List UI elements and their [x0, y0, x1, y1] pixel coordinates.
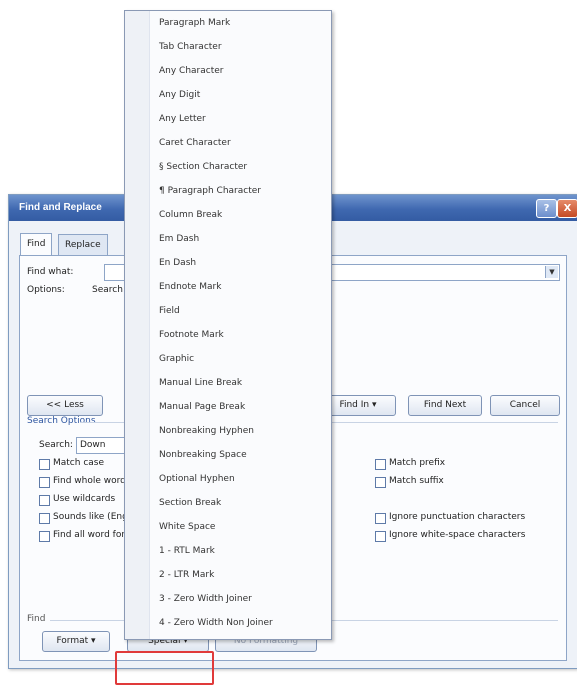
option-label: Ignore white-space characters — [389, 530, 526, 540]
checkbox[interactable] — [39, 495, 50, 506]
special-button-highlight — [115, 651, 214, 685]
menu-item-en-dash[interactable]: En Dash — [159, 253, 196, 273]
menu-item-em-dash[interactable]: Em Dash — [159, 229, 199, 249]
menu-item-caret-character[interactable]: Caret Character — [159, 133, 231, 153]
menu-item-paragraph-character[interactable]: ¶ Paragraph Character — [159, 181, 261, 201]
menu-item-any-character[interactable]: Any Character — [159, 61, 223, 81]
checkbox[interactable] — [375, 513, 386, 524]
find-what-label: Find what: — [27, 267, 74, 277]
menu-item-section-character[interactable]: § Section Character — [159, 157, 247, 177]
option-label: Match case — [53, 458, 105, 468]
search-direction-value: Down — [80, 440, 106, 450]
checkbox[interactable] — [39, 477, 50, 488]
menu-item-nonbreaking-space[interactable]: Nonbreaking Space — [159, 445, 247, 465]
tab-find[interactable]: Find — [20, 233, 53, 257]
menu-item-manual-page-break[interactable]: Manual Page Break — [159, 397, 245, 417]
checkbox[interactable] — [39, 513, 50, 524]
menu-item-nonbreaking-hyphen[interactable]: Nonbreaking Hyphen — [159, 421, 254, 441]
option-label: Ignore punctuation characters — [389, 512, 526, 522]
close-button[interactable]: X — [557, 199, 577, 218]
option-label: Match suffix — [389, 476, 444, 486]
checkbox[interactable] — [375, 477, 386, 488]
less-button[interactable]: << Less — [27, 395, 103, 416]
menu-item-graphic[interactable]: Graphic — [159, 349, 194, 369]
checkbox[interactable] — [39, 459, 50, 470]
dropdown-arrow-icon: ▾ — [372, 400, 377, 410]
menu-item-zero-width-non-joiner[interactable]: 4 - Zero Width Non Joiner — [159, 613, 273, 633]
menu-item-footnote-mark[interactable]: Footnote Mark — [159, 325, 224, 345]
checkbox[interactable] — [375, 459, 386, 470]
find-next-button[interactable]: Find Next — [408, 395, 482, 416]
find-in-label: Find In — [339, 400, 370, 410]
menu-item-any-letter[interactable]: Any Letter — [159, 109, 206, 129]
menu-item-paragraph-mark[interactable]: Paragraph Mark — [159, 13, 230, 33]
help-button[interactable]: ? — [536, 199, 557, 218]
dialog-title: Find and Replace — [19, 202, 102, 213]
menu-item-column-break[interactable]: Column Break — [159, 205, 222, 225]
menu-item-tab-character[interactable]: Tab Character — [159, 37, 222, 57]
checkbox[interactable] — [39, 531, 50, 542]
search-options-title: Search Options — [27, 416, 96, 426]
special-menu: Paragraph Mark Tab Character Any Charact… — [124, 10, 332, 640]
menu-item-manual-line-break[interactable]: Manual Line Break — [159, 373, 242, 393]
menu-item-field[interactable]: Field — [159, 301, 180, 321]
checkbox[interactable] — [375, 531, 386, 542]
format-button[interactable]: Format ▾ — [42, 631, 110, 652]
menu-item-endnote-mark[interactable]: Endnote Mark — [159, 277, 221, 297]
menu-gutter — [125, 11, 150, 639]
options-label: Options: — [27, 285, 65, 295]
tab-replace[interactable]: Replace — [58, 234, 108, 256]
dropdown-arrow-icon: ▾ — [91, 636, 96, 646]
format-label: Format — [56, 636, 89, 646]
option-label: Use wildcards — [53, 494, 116, 504]
find-section-title: Find — [27, 614, 46, 624]
menu-item-optional-hyphen[interactable]: Optional Hyphen — [159, 469, 235, 489]
menu-item-white-space[interactable]: White Space — [159, 517, 215, 537]
menu-item-ltr-mark[interactable]: 2 - LTR Mark — [159, 565, 214, 585]
menu-item-zero-width-joiner[interactable]: 3 - Zero Width Joiner — [159, 589, 252, 609]
menu-item-section-break[interactable]: Section Break — [159, 493, 221, 513]
option-label: Match prefix — [389, 458, 446, 468]
menu-item-any-digit[interactable]: Any Digit — [159, 85, 200, 105]
menu-item-rtl-mark[interactable]: 1 - RTL Mark — [159, 541, 215, 561]
cancel-button[interactable]: Cancel — [490, 395, 560, 416]
search-label: Search: — [39, 440, 73, 450]
combo-arrow-icon[interactable]: ▼ — [545, 266, 558, 278]
